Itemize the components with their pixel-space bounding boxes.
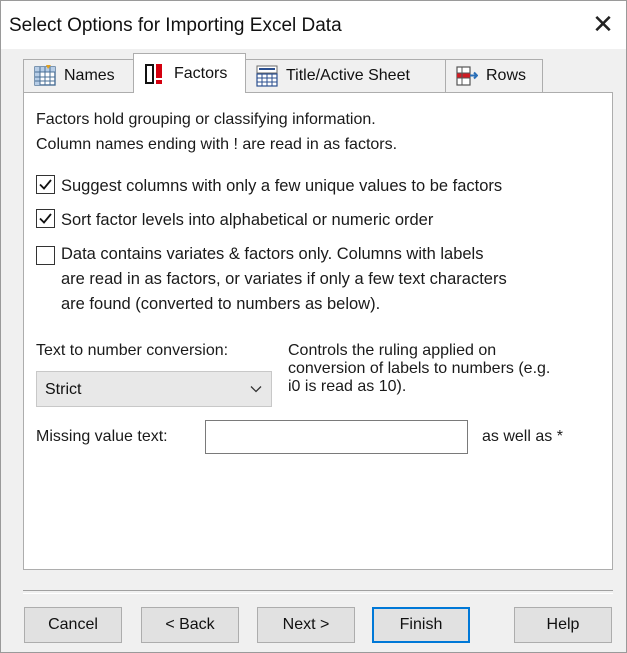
variates-factors-only-checkbox[interactable] (36, 246, 55, 265)
conversion-desc-line3: i0 is read as 10). (288, 378, 407, 395)
conversion-selected-value: Strict (45, 381, 82, 398)
dialog-title: Select Options for Importing Excel Data (9, 15, 342, 36)
suggest-factors-label: Suggest columns with only a few unique v… (61, 177, 503, 195)
tab-factors[interactable]: Factors (133, 53, 246, 93)
grid-icon (34, 65, 56, 86)
variates-label-line3: are found (converted to numbers as below… (61, 295, 381, 313)
tab-title-label: Title/Active Sheet (286, 67, 410, 84)
variates-factors-only-option[interactable]: Data contains variates & factors only. C… (36, 245, 507, 317)
next-button[interactable]: Next > (257, 607, 355, 643)
suggest-factors-option[interactable]: Suggest columns with only a few unique v… (36, 174, 502, 198)
variates-label-line1: Data contains variates & factors only. C… (61, 245, 484, 263)
conversion-dropdown[interactable]: Strict (36, 371, 272, 407)
help-button[interactable]: Help (514, 607, 612, 643)
missing-value-input[interactable] (205, 420, 468, 454)
tab-names[interactable]: Names (23, 59, 134, 92)
missing-value-label: Missing value text: (36, 428, 168, 445)
sort-levels-option[interactable]: Sort factor levels into alphabetical or … (36, 208, 433, 232)
rows-icon (456, 66, 478, 86)
tab-factors-label: Factors (174, 64, 228, 82)
conversion-desc-line1: Controls the ruling applied on (288, 342, 497, 359)
sort-levels-label: Sort factor levels into alphabetical or … (61, 211, 434, 229)
variates-label-line2: are read in as factors, or variates if o… (61, 270, 507, 288)
tab-rows-label: Rows (486, 67, 527, 84)
tab-title-active-sheet[interactable]: Title/Active Sheet (245, 59, 446, 92)
close-button[interactable]: ✕ (586, 9, 620, 39)
tab-rows[interactable]: Rows (445, 59, 543, 92)
factors-panel: Factors hold grouping or classifying inf… (23, 92, 613, 570)
conversion-label: Text to number conversion: (36, 342, 229, 359)
import-options-dialog: Select Options for Importing Excel Data … (0, 0, 627, 653)
conversion-description: Controls the ruling applied on conversio… (288, 342, 608, 396)
chevron-down-icon (250, 386, 262, 393)
finish-button[interactable]: Finish (372, 607, 470, 643)
info-text-line1: Factors hold grouping or classifying inf… (36, 111, 376, 128)
sort-levels-checkbox[interactable] (36, 209, 55, 228)
back-button[interactable]: < Back (141, 607, 239, 643)
checkmark-icon (39, 213, 52, 224)
factor-exclamation-icon (145, 63, 162, 84)
info-text-line2: Column names ending with ! are read in a… (36, 136, 398, 153)
checkmark-icon (39, 179, 52, 190)
cancel-button[interactable]: Cancel (24, 607, 122, 643)
conversion-desc-line2: conversion of labels to numbers (e.g. (288, 360, 551, 377)
suggest-factors-checkbox[interactable] (36, 175, 55, 194)
variates-factors-only-label: Data contains variates & factors only. C… (61, 242, 507, 317)
tab-strip: Names Factors Title/Active Sheet Rows (23, 51, 613, 93)
tab-names-label: Names (64, 67, 115, 84)
title-sheet-icon (256, 65, 278, 87)
title-bar: Select Options for Importing Excel Data … (1, 1, 626, 49)
missing-value-suffix: as well as * (482, 428, 563, 445)
button-divider (23, 590, 613, 594)
